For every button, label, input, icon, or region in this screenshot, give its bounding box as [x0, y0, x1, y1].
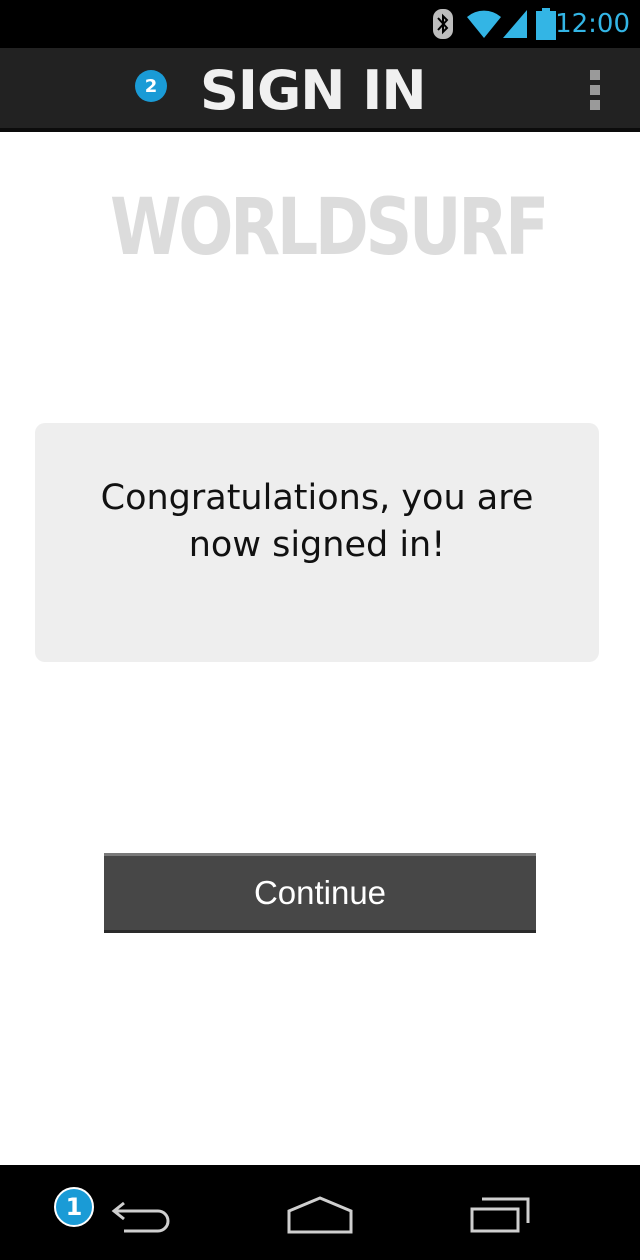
recent-apps-icon[interactable] [462, 1185, 538, 1245]
worldsurf-logo: WORLDSURF [108, 183, 550, 273]
message-box: Congratulations, you are now signed in! [35, 423, 599, 662]
status-bar: 12:00 [0, 0, 640, 48]
logo-text: WORLDSURF [110, 186, 546, 266]
page-title: SIGN IN [200, 59, 427, 122]
signed-in-message: Congratulations, you are now signed in! [100, 478, 534, 565]
overflow-dot [590, 100, 600, 110]
back-icon[interactable] [104, 1185, 180, 1245]
wifi-icon [466, 0, 502, 48]
home-icon[interactable] [282, 1185, 358, 1245]
screen: 12:00 2 SIGN IN WORLDSURF Congratulation… [0, 0, 640, 1260]
continue-button[interactable]: Continue [104, 853, 536, 933]
overflow-dot [590, 85, 600, 95]
navigation-bar: 1 [0, 1165, 640, 1260]
annotation-badge-2: 2 [135, 70, 167, 102]
signal-icon [502, 0, 528, 48]
annotation-badge-1: 1 [54, 1187, 94, 1227]
overflow-dot [590, 70, 600, 80]
action-bar: 2 SIGN IN [0, 48, 640, 132]
clock: 12:00 [555, 9, 630, 39]
overflow-menu-icon[interactable] [588, 70, 602, 110]
bluetooth-icon [432, 0, 454, 48]
